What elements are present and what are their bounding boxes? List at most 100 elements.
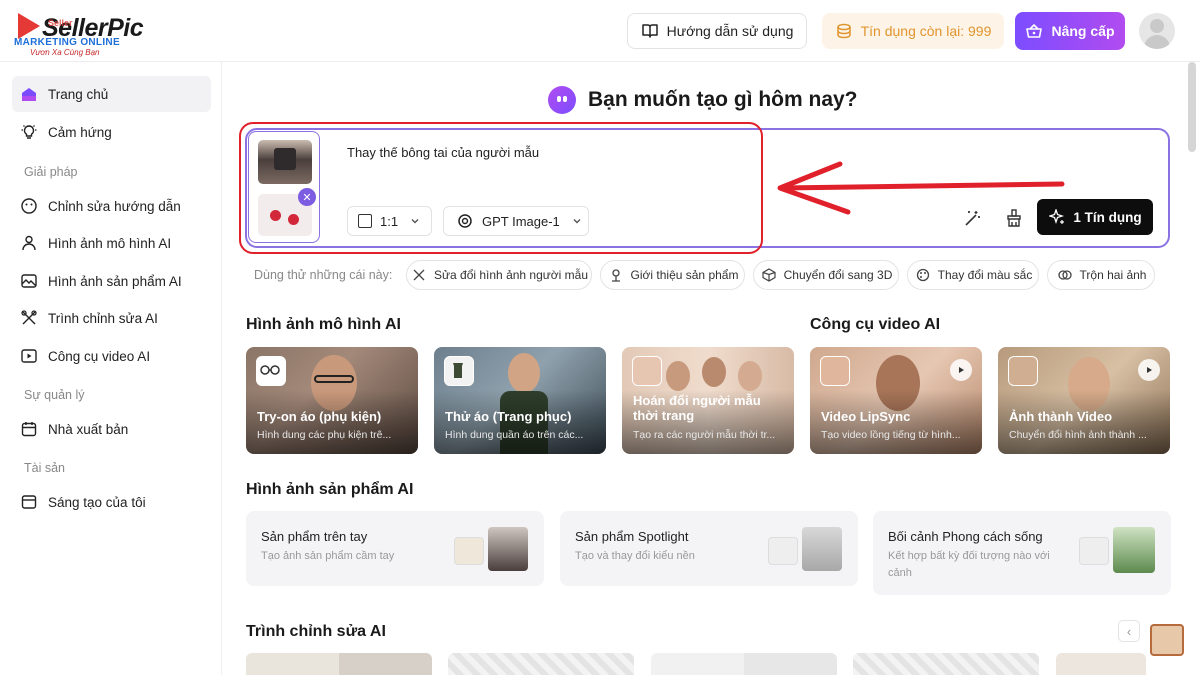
card-tryon-accessories[interactable]: Try-on áo (phụ kiện) Hình dung các phụ k…: [246, 347, 418, 454]
model-face: [508, 353, 540, 393]
main-scrollbar[interactable]: [1188, 62, 1196, 152]
suggestions-label: Dùng thử những cái này:: [254, 268, 393, 282]
sidebar-item-product-images[interactable]: Hình ảnh sản phẩm AI: [12, 263, 211, 299]
model-face: [666, 361, 690, 391]
video-icon: [20, 347, 38, 365]
sidebar: Trang chủ Cảm hứng Giải pháp Chỉnh sửa h…: [0, 62, 222, 675]
product-icon: [607, 266, 625, 284]
annotation-arrow-icon: [777, 161, 1065, 215]
user-guide-button[interactable]: Hướng dẫn sử dụng: [627, 13, 807, 49]
editor-card-5[interactable]: [1056, 653, 1146, 675]
card-product-spotlight[interactable]: Sản phẩm Spotlight Tạo và thay đổi kiểu …: [560, 511, 858, 586]
card-swap-fashion-model[interactable]: Hoán đổi người mẫu thời trang Tạo ra các…: [622, 347, 794, 454]
upgrade-button[interactable]: Nâng cấp: [1015, 12, 1125, 50]
avatar-body: [1144, 35, 1170, 49]
image-icon: [20, 272, 38, 290]
play-icon[interactable]: [950, 359, 972, 381]
sidebar-item-label: Hình ảnh sản phẩm AI: [48, 273, 182, 289]
generate-label: 1 Tín dụng: [1073, 209, 1142, 225]
card-image-to-video[interactable]: Ảnh thành Video Chuyển đổi hình ảnh thàn…: [998, 347, 1170, 454]
card-title: Video LipSync: [821, 409, 911, 424]
page-title: Bạn muốn tạo gì hôm nay?: [588, 88, 858, 111]
aspect-ratio-value: 1:1: [380, 213, 399, 229]
sidebar-section-management: Sự quản lý: [24, 388, 85, 402]
portrait-badge-icon: [1008, 356, 1038, 386]
scissors-icon: [410, 266, 428, 284]
sidebar-item-home[interactable]: Trang chủ: [12, 76, 211, 112]
folder-icon: [20, 493, 38, 511]
page-title-row: Bạn muốn tạo gì hôm nay?: [548, 86, 858, 114]
reference-image-model[interactable]: [258, 140, 312, 184]
editor-card-1[interactable]: [246, 653, 432, 675]
lifestyle-thumb: [1113, 527, 1155, 573]
chip-edit-model-image[interactable]: Sửa đổi hình ảnh người mẫu: [406, 260, 592, 290]
model-face: [738, 361, 762, 391]
section-title-video-tools: Công cụ video AI: [810, 316, 941, 333]
brand-overlay: Seller: [48, 18, 73, 28]
sidebar-item-label: Hình ảnh mô hình AI: [48, 235, 172, 251]
section-title-model-images: Hình ảnh mô hình AI: [246, 316, 401, 333]
assistant-logo-icon: [548, 86, 576, 114]
aspect-ratio-select[interactable]: 1:1: [347, 206, 432, 236]
credits-button[interactable]: Tín dụng còn lại: 999: [822, 13, 1004, 49]
user-avatar[interactable]: [1139, 13, 1175, 49]
carousel-prev-button[interactable]: ‹: [1118, 620, 1140, 642]
prompt-input[interactable]: Thay thế bông tai của người mẫu: [347, 145, 539, 160]
brand-slogan: Vươn Xa Cùng Bạn: [30, 48, 100, 57]
sidebar-item-label: Công cụ video AI: [48, 348, 151, 364]
section-title-product-images: Hình ảnh sản phẩm AI: [246, 481, 414, 498]
sidebar-item-ai-editor[interactable]: Trình chỉnh sửa AI: [12, 300, 211, 336]
play-icon[interactable]: [1138, 359, 1160, 381]
square-icon: [358, 214, 372, 228]
card-subtitle: Tạo và thay đổi kiểu nền: [575, 550, 695, 562]
palette-icon: [914, 266, 932, 284]
editor-card-2[interactable]: [448, 653, 634, 675]
brand-logo[interactable]: SellerPic Seller MARKETING ONLINE Vươn X…: [14, 10, 164, 57]
sidebar-item-guided-edit[interactable]: Chỉnh sửa hướng dẫn: [12, 188, 211, 224]
editor-card-4[interactable]: [853, 653, 1039, 675]
overlap-circles-icon: [1056, 266, 1074, 284]
card-tryon-clothing[interactable]: Thử áo (Trang phục) Hình dung quần áo tr…: [434, 347, 606, 454]
sidebar-item-video-tools[interactable]: Công cụ video AI: [12, 338, 211, 374]
card-lifestyle-context[interactable]: Bối cảnh Phong cách sống Kết hợp bất kỳ …: [873, 511, 1171, 595]
book-icon: [641, 22, 659, 40]
model-value: GPT Image-1: [482, 213, 560, 229]
reference-images[interactable]: ✕: [248, 131, 320, 243]
editor-card-3[interactable]: [651, 653, 837, 675]
basket-icon: [1025, 22, 1043, 40]
chip-mix-images[interactable]: Trộn hai ảnh: [1047, 260, 1155, 290]
remove-image-icon[interactable]: ✕: [298, 188, 316, 206]
sidebar-item-publisher[interactable]: Nhà xuất bản: [12, 411, 211, 447]
chip-label: Trộn hai ảnh: [1079, 268, 1147, 282]
spotlight-thumb: [802, 527, 842, 571]
product-preview: [1079, 523, 1157, 573]
product-preview: [454, 523, 532, 573]
card-subtitle: Hình dung quần áo trên các...: [445, 429, 584, 441]
header: SellerPic Seller MARKETING ONLINE Vươn X…: [0, 0, 1200, 62]
sidebar-item-inspiration[interactable]: Cảm hứng: [12, 114, 211, 150]
card-product-in-hand[interactable]: Sản phẩm trên tay Tạo ảnh sản phẩm cầm t…: [246, 511, 544, 586]
sidebar-item-label: Nhà xuất bản: [48, 421, 129, 437]
upgrade-label: Nâng cấp: [1051, 23, 1115, 39]
card-title: Thử áo (Trang phục): [445, 409, 572, 424]
editor-icon: [20, 309, 38, 327]
chip-product-intro[interactable]: Giới thiệu sản phẩm: [600, 260, 745, 290]
card-subtitle: Chuyển đổi hình ảnh thành ...: [1009, 429, 1147, 441]
openai-icon: [456, 212, 474, 230]
chip-convert-3d[interactable]: Chuyển đổi sang 3D: [753, 260, 899, 290]
sidebar-section-assets: Tài sản: [24, 461, 65, 475]
play-logo-icon: [18, 13, 40, 39]
model-select[interactable]: GPT Image-1: [443, 206, 589, 236]
card-title: Hoán đổi người mẫu thời trang: [633, 393, 761, 423]
sidebar-item-model-images[interactable]: Hình ảnh mô hình AI: [12, 225, 211, 261]
avatar-head: [1150, 19, 1164, 33]
card-subtitle: Tạo ảnh sản phẩm cầm tay: [261, 550, 395, 562]
card-title: Sản phẩm Spotlight: [575, 529, 689, 544]
sidebar-item-label: Sáng tạo của tôi: [48, 494, 146, 510]
brand-tagline: MARKETING ONLINE: [14, 37, 120, 48]
card-video-lipsync[interactable]: Video LipSync Tạo video lồng tiếng từ hì…: [810, 347, 982, 454]
sidebar-item-my-creations[interactable]: Sáng tạo của tôi: [12, 484, 211, 520]
sidebar-section-solutions: Giải pháp: [24, 165, 78, 179]
chip-change-color[interactable]: Thay đổi màu sắc: [907, 260, 1039, 290]
sidebar-item-label: Trình chỉnh sửa AI: [48, 310, 158, 326]
